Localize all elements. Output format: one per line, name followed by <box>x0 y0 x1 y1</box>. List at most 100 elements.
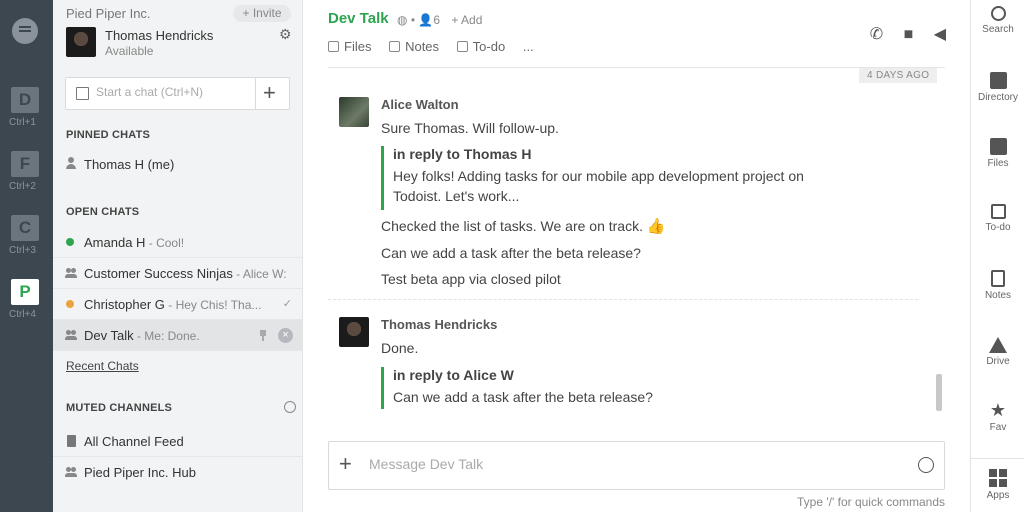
tab-label: Files <box>344 39 372 54</box>
right-rail: Search Directory Files To-do Notes Drive… <box>970 0 1024 512</box>
rail-item-fav[interactable]: ★ Fav <box>971 401 1024 433</box>
open-chat-item[interactable]: Christopher G - Hey Chis! Tha... ✓ <box>53 289 302 320</box>
chat-name-row: Christopher G - Hey Chis! Tha... <box>84 297 261 312</box>
quick-commands-hint: Type '/' for quick commands <box>797 495 945 509</box>
chat-preview: - Hey Chis! Tha... <box>164 298 262 312</box>
workspace-f[interactable]: F Ctrl+2 <box>9 151 39 192</box>
reply-header: in reply to Alice W <box>393 367 514 383</box>
group-icon <box>65 467 77 477</box>
workspace-shortcut: Ctrl+3 <box>9 245 36 256</box>
gear-icon[interactable]: ⚙ <box>279 27 292 41</box>
divider <box>971 458 1024 459</box>
chat-name: Christopher G <box>84 297 165 312</box>
rail-label: Drive <box>986 356 1010 367</box>
org-name: Pied Piper Inc. <box>66 6 151 21</box>
muted-channel-item[interactable]: Pied Piper Inc. Hub <box>53 457 302 488</box>
rail-label: Search <box>982 24 1014 35</box>
rail-item-apps[interactable]: Apps <box>971 469 1024 501</box>
pin-icon[interactable] <box>259 330 267 341</box>
new-chat-plus-icon[interactable]: + <box>263 81 276 105</box>
muted-channel-item[interactable]: All Channel Feed <box>53 426 302 457</box>
channel-toolbar: Files Notes To-do ... <box>328 39 548 54</box>
more-icon[interactable]: ... <box>523 39 534 54</box>
member-count[interactable]: 6 <box>433 13 440 27</box>
tab-notes[interactable]: Notes <box>389 39 439 54</box>
members-icon[interactable]: 👤 <box>418 13 433 27</box>
reply-header: in reply to Thomas H <box>393 146 532 162</box>
reply-quote[interactable]: in reply to Thomas H Hey folks! Adding t… <box>381 146 853 210</box>
chat-preview: - Alice W: <box>232 267 287 281</box>
workspace-d[interactable]: D Ctrl+1 <box>9 87 39 128</box>
chat-name-row: Dev Talk - Me: Done. <box>84 328 200 343</box>
message-sender[interactable]: Alice Walton <box>381 97 459 112</box>
workspace-tile[interactable]: P <box>11 279 39 305</box>
notes-icon <box>991 270 1005 287</box>
phone-icon[interactable]: ✆ <box>870 26 883 43</box>
group-icon <box>65 330 77 340</box>
pinned-chats-header: PINNED CHATS <box>66 129 151 141</box>
message-input[interactable] <box>369 456 889 472</box>
workspace-p[interactable]: P Ctrl+4 <box>9 279 39 320</box>
page-title[interactable]: Dev Talk <box>328 10 389 27</box>
rail-item-notes[interactable]: Notes <box>971 270 1024 301</box>
chat-name-row: Amanda H - Cool! <box>84 235 184 250</box>
rail-item-search[interactable]: Search <box>971 6 1024 35</box>
open-chat-item[interactable]: Amanda H - Cool! <box>53 227 302 258</box>
muted-channels-header: MUTED CHANNELS <box>66 402 173 414</box>
avatar[interactable] <box>66 27 96 57</box>
rail-label: Directory <box>977 92 1018 103</box>
user-status[interactable]: Available <box>105 44 153 58</box>
scrollbar[interactable] <box>936 374 942 411</box>
workspace-tile[interactable]: D <box>11 87 39 113</box>
channel-meta: ◍ • 👤6 + Add <box>397 13 482 27</box>
globe-icon: ◍ <box>397 13 408 27</box>
search-icon <box>990 6 1006 21</box>
reply-body: Hey folks! Adding tasks for our mobile a… <box>393 168 804 204</box>
todo-icon <box>456 41 468 52</box>
workspace-c[interactable]: C Ctrl+3 <box>9 215 39 256</box>
chat-name: Customer Success Ninjas <box>84 266 233 281</box>
close-icon[interactable]: × <box>278 328 293 343</box>
message-text: Done. <box>381 340 419 356</box>
add-member-button[interactable]: + Add <box>451 13 482 27</box>
invite-button[interactable]: + Invite <box>233 5 291 22</box>
online-status-dot <box>66 238 74 246</box>
chat-sidebar: Pied Piper Inc. + Invite Thomas Hendrick… <box>53 0 303 512</box>
tab-todo[interactable]: To-do <box>456 39 505 54</box>
speaker-icon[interactable]: ◀ <box>934 26 946 43</box>
workspace-shortcut: Ctrl+2 <box>9 181 36 192</box>
rail-item-drive[interactable]: Drive <box>971 337 1024 367</box>
start-chat-input[interactable] <box>96 85 246 99</box>
reply-body: Can we add a task after the beta release… <box>393 389 653 405</box>
rail-label: Files <box>987 158 1009 169</box>
avatar[interactable] <box>339 97 369 127</box>
workspace-tile[interactable]: C <box>11 215 39 241</box>
group-icon <box>65 268 77 278</box>
workspace-rail: D Ctrl+1 F Ctrl+2 C Ctrl+3 P Ctrl+4 <box>0 0 53 512</box>
rail-label: Notes <box>984 290 1012 301</box>
files-icon <box>328 41 339 52</box>
reply-quote[interactable]: in reply to Alice W Can we add a task af… <box>381 367 653 409</box>
rail-item-files[interactable]: Files <box>971 138 1024 169</box>
emoji-icon[interactable] <box>918 457 934 473</box>
rail-item-todo[interactable]: To-do <box>971 204 1024 233</box>
open-chat-item-dev-talk[interactable]: Dev Talk - Me: Done. × <box>53 320 302 351</box>
chat-name: Amanda H <box>84 235 146 250</box>
workspace-tile[interactable]: F <box>11 151 39 177</box>
drive-icon <box>989 337 1007 353</box>
avatar[interactable] <box>339 317 369 347</box>
open-chat-item[interactable]: Customer Success Ninjas - Alice W: <box>53 258 302 289</box>
away-status-dot <box>66 300 74 308</box>
video-icon[interactable]: ■ <box>904 26 914 43</box>
rail-item-directory[interactable]: Directory <box>971 72 1024 103</box>
thumbs-up-icon: 👍 <box>646 218 666 235</box>
tab-files[interactable]: Files <box>328 39 371 54</box>
attach-plus-icon[interactable]: + <box>339 452 352 476</box>
globe-icon[interactable] <box>284 401 296 413</box>
start-chat-box: + <box>65 77 290 110</box>
pinned-chat-item[interactable]: Thomas H (me) <box>53 149 302 180</box>
apps-icon <box>989 469 1007 487</box>
app-logo-icon[interactable] <box>12 18 38 44</box>
message-sender[interactable]: Thomas Hendricks <box>381 317 497 332</box>
recent-chats-link[interactable]: Recent Chats <box>66 359 139 373</box>
